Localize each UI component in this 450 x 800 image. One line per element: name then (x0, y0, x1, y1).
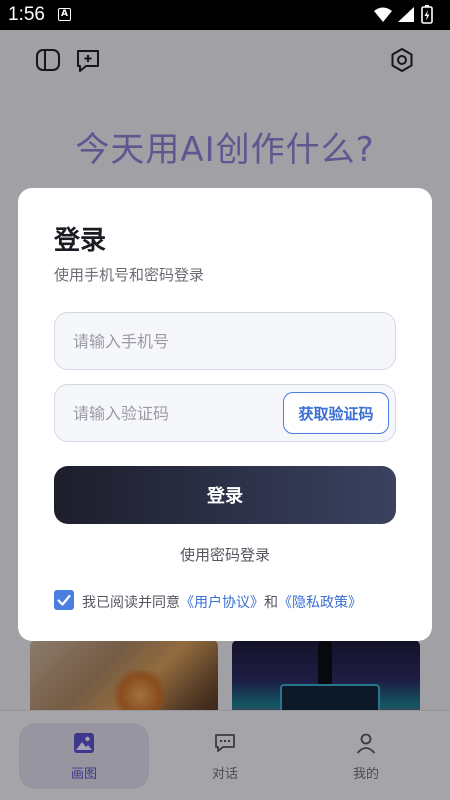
status-bar: 1:56 A (0, 0, 450, 30)
agreement-text: 我已阅读并同意《用户协议》和《隐私政策》 (82, 592, 362, 612)
login-button[interactable]: 登录 (54, 466, 396, 524)
status-time: 1:56 (8, 4, 45, 25)
wifi-icon (374, 7, 392, 22)
dialog-title: 登录 (54, 226, 107, 256)
checkmark-icon (57, 594, 71, 606)
notification-icon: A (58, 8, 71, 21)
dialog-subtitle: 使用手机号和密码登录 (54, 266, 205, 284)
user-agreement-link[interactable]: 《用户协议》 (180, 595, 264, 611)
agreement-prefix: 我已阅读并同意 (82, 595, 180, 611)
password-login-link[interactable]: 使用密码登录 (18, 544, 432, 565)
code-field: 获取验证码 (54, 384, 396, 442)
login-dialog: 登录 使用手机号和密码登录 获取验证码 登录 使用密码登录 我已阅读并同意《用户… (18, 188, 432, 641)
code-input[interactable] (73, 385, 293, 441)
privacy-policy-link[interactable]: 《隐私政策》 (278, 595, 362, 611)
phone-input[interactable] (73, 313, 293, 369)
get-code-button[interactable]: 获取验证码 (283, 392, 389, 434)
agreement-checkbox[interactable] (54, 590, 74, 610)
phone-field (54, 312, 396, 370)
cellular-icon (398, 7, 414, 22)
system-icons (374, 5, 433, 24)
agreement-conjunction: 和 (264, 595, 278, 611)
